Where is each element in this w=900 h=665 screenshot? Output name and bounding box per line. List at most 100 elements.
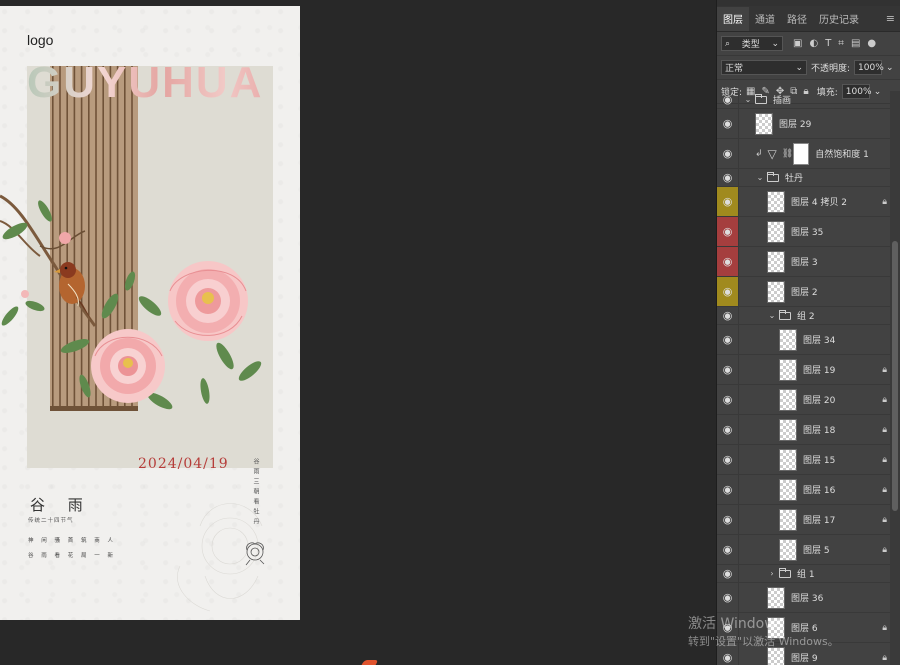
layer-row[interactable]: ◉ 图层 19 🔒︎ bbox=[717, 355, 891, 385]
layer-row[interactable]: ◉ 图层 18 🔒︎ bbox=[717, 415, 891, 445]
layer-name[interactable]: 插画 bbox=[773, 93, 791, 106]
layer-thumbnail[interactable] bbox=[779, 508, 797, 531]
layer-name[interactable]: 图层 2 bbox=[791, 285, 818, 298]
tab-history[interactable]: 历史记录 bbox=[813, 7, 865, 31]
layer-group-row[interactable]: ◉ ⌄ 牡丹 bbox=[717, 169, 891, 187]
layer-name[interactable]: 图层 17 bbox=[803, 513, 835, 526]
layer-row[interactable]: ◉ 图层 5 🔒︎ bbox=[717, 535, 891, 565]
eye-visibility-icon[interactable]: ◉ bbox=[717, 583, 739, 612]
shape-filter-icon[interactable]: ⌗ bbox=[838, 38, 844, 49]
document-canvas[interactable]: GUYUHUA logo 2024/04/19 谷 雨 传统二十四节气 神 闲 … bbox=[0, 6, 300, 620]
layer-name[interactable]: 图层 18 bbox=[803, 423, 835, 436]
layer-mask-thumbnail[interactable] bbox=[793, 142, 810, 165]
layer-name[interactable]: 图层 19 bbox=[803, 363, 835, 376]
eye-visibility-icon[interactable]: ◉ bbox=[717, 475, 739, 504]
layer-row[interactable]: ◉ 图层 35 bbox=[717, 217, 891, 247]
tab-channels[interactable]: 通道 bbox=[749, 7, 781, 31]
eye-visibility-icon[interactable]: ◉ bbox=[717, 217, 739, 246]
layer-name[interactable]: 图层 34 bbox=[803, 333, 835, 346]
eye-visibility-icon[interactable]: ◉ bbox=[717, 139, 739, 168]
adjustment-filter-icon[interactable]: ◐ bbox=[809, 38, 818, 49]
layer-name[interactable]: 图层 20 bbox=[803, 393, 835, 406]
eye-visibility-icon[interactable]: ◉ bbox=[717, 277, 739, 306]
layer-name[interactable]: 图层 29 bbox=[779, 117, 811, 130]
layer-name[interactable]: 图层 5 bbox=[803, 543, 830, 556]
layer-row[interactable]: ◉ 图层 34 bbox=[717, 325, 891, 355]
layer-row[interactable]: ◉ 图层 3 bbox=[717, 247, 891, 277]
layer-name[interactable]: 自然饱和度 1 bbox=[815, 147, 869, 160]
chevron-down-icon[interactable]: ⌄ bbox=[767, 311, 777, 320]
eye-visibility-icon[interactable]: ◉ bbox=[717, 307, 739, 324]
eye-visibility-icon[interactable]: ◉ bbox=[717, 415, 739, 444]
layer-thumbnail[interactable] bbox=[779, 478, 797, 501]
layer-row[interactable]: ◉ 图层 2 bbox=[717, 277, 891, 307]
layer-thumbnail[interactable] bbox=[767, 646, 785, 665]
layer-thumbnail[interactable] bbox=[779, 358, 797, 381]
layer-name[interactable]: 图层 36 bbox=[791, 591, 823, 604]
layer-row[interactable]: ◉ ↲ ▽ ⛓︎ 自然饱和度 1 bbox=[717, 139, 891, 169]
eye-visibility-icon[interactable]: ◉ bbox=[717, 445, 739, 474]
layer-group-row[interactable]: ◉ ⌄ 组 2 bbox=[717, 307, 891, 325]
layer-name[interactable]: 组 2 bbox=[797, 309, 815, 322]
layer-filter-select[interactable]: ⌕ 类型 ⌄ bbox=[721, 36, 783, 51]
layer-thumbnail[interactable] bbox=[779, 388, 797, 411]
tab-paths[interactable]: 路径 bbox=[781, 7, 813, 31]
chevron-down-icon[interactable]: ⌄ bbox=[743, 95, 753, 104]
layer-thumbnail[interactable] bbox=[767, 250, 785, 273]
layer-row-content: 图层 4 拷贝 2 bbox=[767, 190, 847, 213]
eye-visibility-icon[interactable]: ◉ bbox=[717, 325, 739, 354]
smart-object-filter-icon[interactable]: ▤ bbox=[851, 38, 860, 49]
eye-visibility-icon[interactable]: ◉ bbox=[717, 109, 739, 138]
chevron-down-icon[interactable]: ⌄ bbox=[886, 63, 894, 73]
layer-row[interactable]: ◉ 图层 4 拷贝 2 🔒︎ bbox=[717, 187, 891, 217]
eye-visibility-icon[interactable]: ◉ bbox=[717, 187, 739, 216]
layer-thumbnail[interactable] bbox=[779, 328, 797, 351]
layer-name[interactable]: 图层 3 bbox=[791, 255, 818, 268]
chevron-down-icon[interactable]: ⌄ bbox=[755, 173, 765, 182]
layer-row[interactable]: ◉ 图层 29 bbox=[717, 109, 891, 139]
layer-name[interactable]: 图层 16 bbox=[803, 483, 835, 496]
layer-row[interactable]: ◉ 图层 17 🔒︎ bbox=[717, 505, 891, 535]
layer-name[interactable]: 图层 15 bbox=[803, 453, 835, 466]
link-chain-icon[interactable]: ⛓︎ bbox=[782, 149, 793, 159]
eye-visibility-icon[interactable]: ◉ bbox=[717, 535, 739, 564]
layer-name[interactable]: 图层 9 bbox=[791, 651, 818, 664]
eye-visibility-icon[interactable]: ◉ bbox=[717, 565, 739, 582]
layer-name[interactable]: 组 1 bbox=[797, 567, 815, 580]
eye-visibility-icon[interactable]: ◉ bbox=[717, 385, 739, 414]
layer-group-row[interactable]: ◉ ⌄ 插画 bbox=[717, 91, 891, 109]
filter-toggle-icon[interactable]: ● bbox=[867, 38, 876, 49]
layer-name[interactable]: 图层 4 拷贝 2 bbox=[791, 195, 847, 208]
layer-thumbnail[interactable] bbox=[767, 220, 785, 243]
layer-list[interactable]: ◉ ⌄ 插画 ◉ 图层 29 ◉ ↲ ▽ ⛓︎ 自然饱和度 1 ◉ ⌄ 牡丹 ◉ 图层 4 拷贝 2 🔒︎ ◉ 图… bbox=[717, 91, 891, 665]
layer-row[interactable]: ◉ 图层 36 bbox=[717, 583, 891, 613]
pixel-filter-icon[interactable]: ▣ bbox=[793, 38, 802, 49]
eye-visibility-icon[interactable]: ◉ bbox=[717, 247, 739, 276]
opacity-input[interactable]: 100% bbox=[854, 60, 884, 75]
layer-thumbnail[interactable] bbox=[767, 280, 785, 303]
layer-thumbnail[interactable] bbox=[767, 586, 785, 609]
layer-list-scrollbar[interactable] bbox=[890, 91, 900, 665]
layer-thumbnail[interactable] bbox=[779, 538, 797, 561]
scrollbar-thumb[interactable] bbox=[892, 241, 898, 511]
layer-group-row[interactable]: ◉ › 组 1 bbox=[717, 565, 891, 583]
layer-thumbnail[interactable] bbox=[779, 448, 797, 471]
panel-menu-icon[interactable]: ≡ bbox=[886, 12, 895, 25]
eye-visibility-icon[interactable]: ◉ bbox=[717, 169, 739, 186]
layer-thumbnail[interactable] bbox=[767, 190, 785, 213]
blend-mode-select[interactable]: 正常 ⌄ bbox=[721, 60, 807, 75]
layer-row[interactable]: ◉ 图层 16 🔒︎ bbox=[717, 475, 891, 505]
eye-visibility-icon[interactable]: ◉ bbox=[717, 91, 739, 108]
layer-name[interactable]: 牡丹 bbox=[785, 171, 803, 184]
eye-visibility-icon[interactable]: ◉ bbox=[717, 355, 739, 384]
layer-row[interactable]: ◉ 图层 20 🔒︎ bbox=[717, 385, 891, 415]
layer-row[interactable]: ◉ 图层 15 🔒︎ bbox=[717, 445, 891, 475]
eye-visibility-icon[interactable]: ◉ bbox=[717, 505, 739, 534]
chevron-right-icon[interactable]: › bbox=[767, 569, 777, 578]
layer-thumbnail[interactable] bbox=[755, 112, 773, 135]
layer-row-content: 图层 35 bbox=[767, 220, 823, 243]
type-filter-icon[interactable]: T bbox=[825, 38, 831, 49]
tab-layers[interactable]: 图层 bbox=[717, 7, 749, 31]
layer-name[interactable]: 图层 35 bbox=[791, 225, 823, 238]
layer-thumbnail[interactable] bbox=[779, 418, 797, 441]
